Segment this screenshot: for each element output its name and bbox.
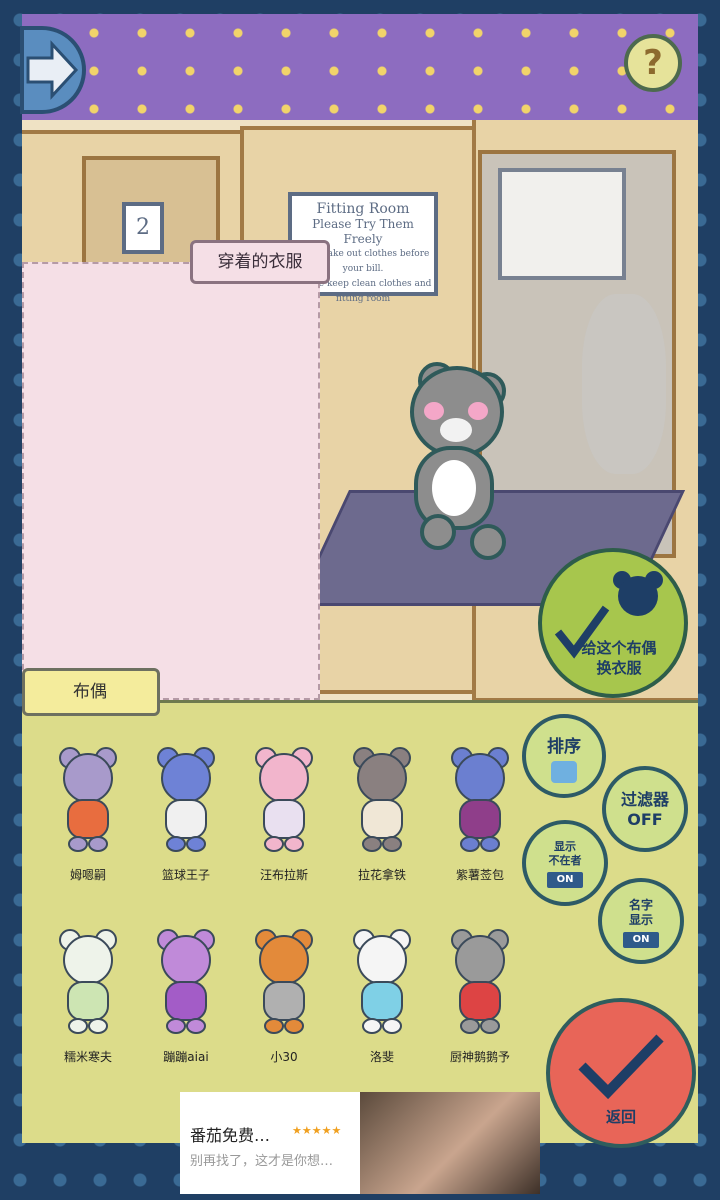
bear-silhouette-icon <box>613 571 663 616</box>
bear-cheek-left <box>424 402 444 420</box>
doll-card[interactable]: 拉花拿铁 <box>334 738 430 908</box>
doll-name: 小30 <box>270 1050 298 1064</box>
help-button[interactable]: ? <box>624 34 682 92</box>
name-display-button[interactable]: 名字 显示 ON <box>598 878 684 964</box>
doll-card[interactable]: 小30 <box>236 920 332 1090</box>
bear-reflection <box>582 294 666 474</box>
checkmark-icon <box>578 1034 664 1100</box>
doll-figure-icon <box>59 929 117 1034</box>
doll-card[interactable]: 蹦蹦aiai <box>138 920 234 1090</box>
doll-figure-icon <box>353 929 411 1034</box>
doll-name: 汪布拉斯 <box>259 868 308 882</box>
doll-card[interactable]: 篮球王子 <box>138 738 234 908</box>
bear-foot-right <box>470 524 506 560</box>
doll-name: 蹦蹦aiai <box>163 1050 209 1064</box>
doll-card[interactable]: 洛斐 <box>334 920 430 1090</box>
doll-card[interactable]: 糯米寒夫 <box>40 920 136 1090</box>
doll-name: 厨神鹅鹅予 <box>449 1050 510 1064</box>
doll-card[interactable]: 紫薯莶包 <box>432 738 528 908</box>
bear-belly <box>432 460 476 516</box>
doll-name: 糯米寒夫 <box>63 1050 112 1064</box>
doll-figure-icon <box>255 929 313 1034</box>
worn-clothes-panel <box>22 262 320 700</box>
ad-title: 番茄免费… <box>190 1126 271 1145</box>
ad-banner[interactable]: 番茄免费… ★★★★★ 别再找了，这才是你想… <box>180 1092 540 1194</box>
doll-figure-icon <box>451 929 509 1034</box>
ad-subtitle: 别再找了，这才是你想… <box>190 1154 334 1169</box>
star-banner <box>22 14 698 129</box>
doll-figure-icon <box>59 747 117 852</box>
back-arrow-button[interactable] <box>20 26 86 114</box>
question-icon: ? <box>643 43 663 83</box>
sort-icon <box>551 761 577 783</box>
doll-name: 紫薯莶包 <box>455 868 504 882</box>
doll-card[interactable]: 厨神鹅鹅予 <box>432 920 528 1090</box>
doll-tab: 布偶 <box>22 668 160 716</box>
ad-image[interactable] <box>360 1092 540 1194</box>
doll-name: 洛斐 <box>369 1050 394 1064</box>
bear-foot-left <box>420 514 456 550</box>
ad-rating: ★★★★★ <box>292 1124 342 1137</box>
doll-figure-icon <box>157 929 215 1034</box>
mirrored-sign <box>498 168 626 280</box>
filter-button[interactable]: 过滤器 OFF <box>602 766 688 852</box>
doll-name: 姆嗯嗣 <box>69 868 106 882</box>
bear-head <box>410 366 504 458</box>
doll-name: 拉花拿铁 <box>357 868 406 882</box>
arrow-right-icon <box>26 40 79 100</box>
doll-figure-icon <box>451 747 509 852</box>
doll-figure-icon <box>255 747 313 852</box>
apply-label: 给这个布偶 换衣服 <box>581 639 657 677</box>
doll-figure-icon <box>157 747 215 852</box>
sort-button[interactable]: 排序 <box>522 714 606 798</box>
booth-number-sign: 2 <box>122 202 164 254</box>
doll-figure-icon <box>353 747 411 852</box>
doll-card[interactable]: 汪布拉斯 <box>236 738 332 908</box>
apply-outfit-button[interactable]: 给这个布偶 换衣服 <box>538 548 688 698</box>
worn-clothes-tab: 穿着的衣服 <box>190 240 330 284</box>
return-button[interactable]: 返回 <box>546 998 696 1148</box>
name-display-toggle[interactable]: ON <box>623 932 659 948</box>
doll-name: 篮球王子 <box>161 868 210 882</box>
show-absent-toggle[interactable]: ON <box>547 872 583 888</box>
doll-card[interactable]: 姆嗯嗣 <box>40 738 136 908</box>
show-absent-button[interactable]: 显示 不在者 ON <box>522 820 608 906</box>
bear-muzzle <box>440 418 472 442</box>
bear-cheek-right <box>468 402 488 420</box>
